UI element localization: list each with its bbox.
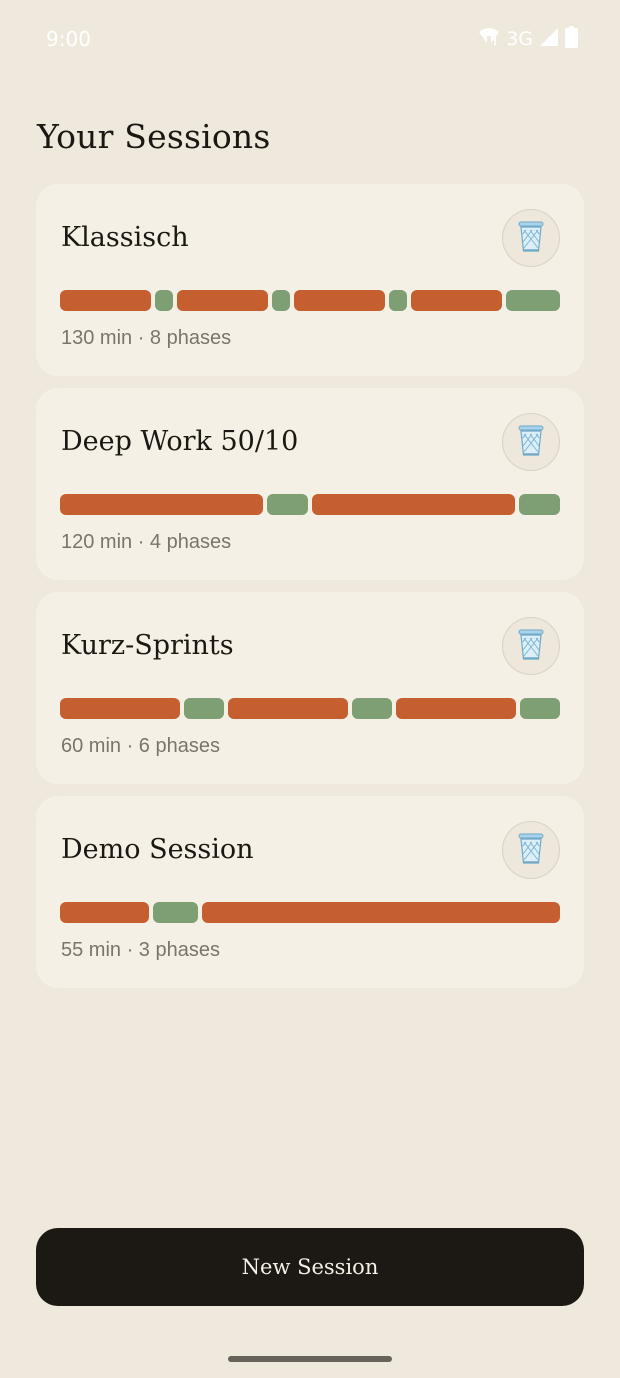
delete-session-button[interactable] bbox=[502, 413, 560, 471]
home-indicator[interactable] bbox=[228, 1356, 392, 1362]
focus-phase-segment bbox=[228, 698, 348, 719]
session-meta: 130 min · 8 phases bbox=[61, 327, 232, 349]
delete-session-button[interactable] bbox=[502, 209, 560, 267]
session-meta: 120 min · 4 phases bbox=[61, 531, 232, 553]
battery-icon bbox=[565, 25, 578, 53]
break-phase-segment bbox=[154, 290, 173, 311]
break-phase-segment bbox=[271, 290, 290, 311]
session-name: Kurz-Sprints bbox=[61, 630, 234, 661]
break-phase-segment bbox=[520, 698, 560, 719]
status-icons: 3G bbox=[478, 25, 578, 53]
focus-phase-segment bbox=[60, 902, 150, 923]
trash-icon bbox=[516, 627, 546, 666]
trash-icon bbox=[516, 423, 546, 462]
phase-bar bbox=[60, 698, 560, 719]
break-phase-segment bbox=[352, 698, 392, 719]
session-name: Demo Session bbox=[61, 834, 254, 865]
trash-icon bbox=[516, 831, 546, 870]
network-type: 3G bbox=[506, 28, 533, 50]
focus-phase-segment bbox=[60, 290, 151, 311]
status-time: 9:00 bbox=[46, 27, 91, 51]
delete-session-button[interactable] bbox=[502, 821, 560, 879]
break-phase-segment bbox=[267, 494, 308, 515]
new-session-button[interactable]: New Session bbox=[36, 1228, 584, 1306]
session-card[interactable]: Demo Session 55 min · 3 phases bbox=[36, 796, 584, 988]
phase-bar bbox=[60, 290, 560, 311]
session-card[interactable]: Klassisch 130 min · 8 phases bbox=[36, 184, 584, 376]
break-phase-segment bbox=[505, 290, 560, 311]
break-phase-segment bbox=[388, 290, 407, 311]
delete-session-button[interactable] bbox=[502, 617, 560, 675]
status-bar: 9:00 3G bbox=[0, 0, 620, 78]
focus-phase-segment bbox=[396, 698, 516, 719]
session-card[interactable]: Deep Work 50/10 120 min · 4 phases bbox=[36, 388, 584, 580]
phase-bar bbox=[60, 902, 560, 923]
focus-phase-segment bbox=[202, 902, 560, 923]
focus-phase-segment bbox=[60, 698, 180, 719]
session-card[interactable]: Kurz-Sprints 60 min · 6 phases bbox=[36, 592, 584, 784]
session-meta: 60 min · 6 phases bbox=[61, 735, 220, 757]
focus-phase-segment bbox=[293, 290, 385, 311]
page-title: Your Sessions bbox=[37, 117, 271, 156]
session-meta: 55 min · 3 phases bbox=[61, 939, 220, 961]
phase-bar bbox=[60, 494, 560, 515]
focus-phase-segment bbox=[410, 290, 502, 311]
focus-phase-segment bbox=[60, 494, 264, 515]
trash-icon bbox=[516, 219, 546, 258]
focus-phase-segment bbox=[176, 290, 268, 311]
session-name: Deep Work 50/10 bbox=[61, 426, 299, 457]
focus-phase-segment bbox=[312, 494, 516, 515]
session-name: Klassisch bbox=[61, 222, 189, 253]
cell-signal-icon bbox=[539, 27, 559, 52]
session-list: Klassisch 130 min · 8 phases Deep Work 50/… bbox=[36, 184, 584, 988]
break-phase-segment bbox=[153, 902, 199, 923]
break-phase-segment bbox=[184, 698, 224, 719]
wifi-icon bbox=[478, 27, 500, 52]
break-phase-segment bbox=[519, 494, 560, 515]
